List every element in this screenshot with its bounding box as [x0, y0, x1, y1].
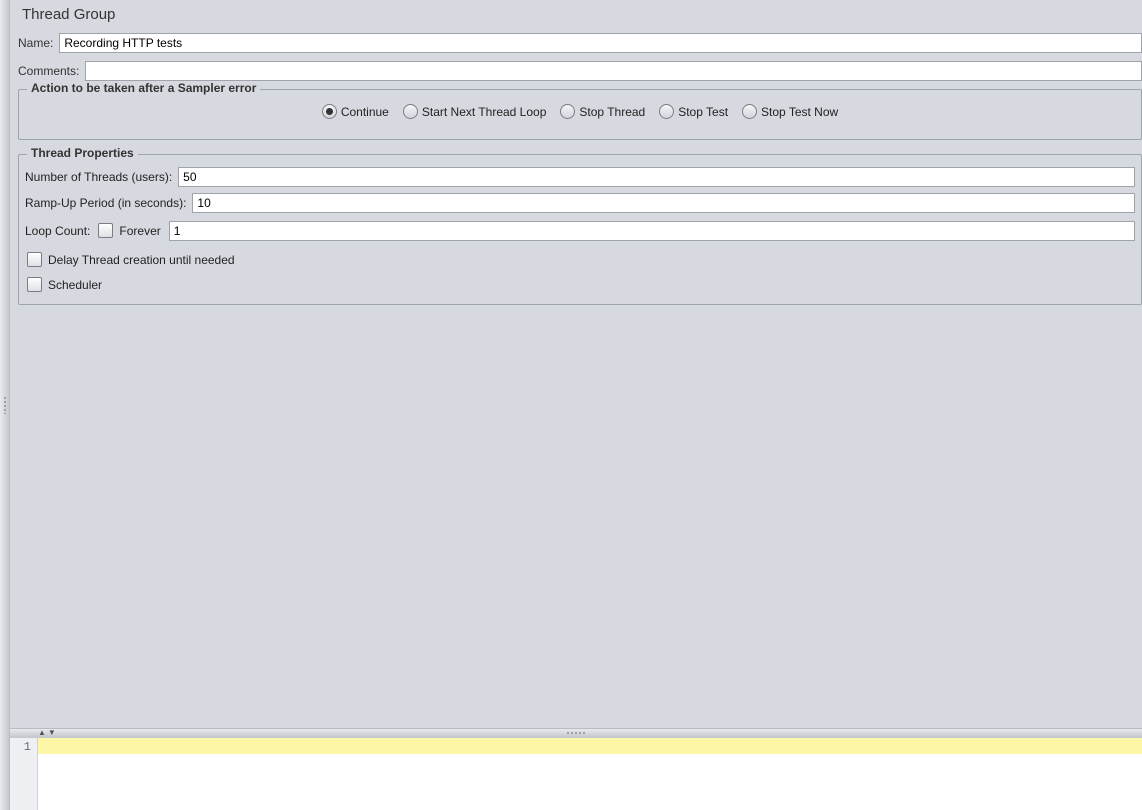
radio-next-loop[interactable]: Start Next Thread Loop	[403, 104, 547, 119]
scheduler-label: Scheduler	[48, 278, 102, 292]
radio-label: Stop Test Now	[761, 105, 838, 119]
ramp-up-label: Ramp-Up Period (in seconds):	[25, 196, 186, 210]
delay-thread-label: Delay Thread creation until needed	[48, 253, 235, 267]
log-line-number: 1	[10, 740, 31, 754]
checkbox-icon	[27, 252, 42, 267]
comments-row: Comments:	[18, 61, 1142, 81]
num-threads-input[interactable]	[178, 167, 1135, 187]
radio-label: Stop Test	[678, 105, 728, 119]
loop-count-label: Loop Count:	[25, 224, 90, 238]
checkbox-icon	[27, 277, 42, 292]
vertical-split-handle[interactable]	[0, 0, 10, 810]
radio-icon	[403, 104, 418, 119]
radio-label: Start Next Thread Loop	[422, 105, 547, 119]
sampler-error-group: Action to be taken after a Sampler error…	[18, 89, 1142, 140]
comments-label: Comments:	[18, 64, 79, 78]
grip-icon	[3, 396, 6, 414]
forever-checkbox[interactable]: Forever	[98, 223, 160, 238]
radio-icon	[742, 104, 757, 119]
sampler-error-radios: Continue Start Next Thread Loop Stop Threa…	[27, 94, 1133, 129]
radio-icon	[322, 104, 337, 119]
radio-continue[interactable]: Continue	[322, 104, 389, 119]
log-current-line	[38, 738, 1142, 754]
loop-count-row: Loop Count: Forever	[25, 219, 1135, 242]
split-arrows-icon: ▲▼	[38, 729, 56, 737]
scheduler-checkbox[interactable]: Scheduler	[27, 277, 102, 292]
name-input[interactable]	[59, 33, 1142, 53]
radio-icon	[659, 104, 674, 119]
thread-properties-group: Thread Properties Number of Threads (use…	[18, 154, 1142, 305]
radio-icon	[560, 104, 575, 119]
thread-properties-legend: Thread Properties	[27, 146, 138, 160]
delay-thread-checkbox[interactable]: Delay Thread creation until needed	[27, 252, 235, 267]
num-threads-label: Number of Threads (users):	[25, 170, 172, 184]
radio-stop-test-now[interactable]: Stop Test Now	[742, 104, 838, 119]
ramp-up-row: Ramp-Up Period (in seconds):	[25, 193, 1135, 213]
radio-stop-thread[interactable]: Stop Thread	[560, 104, 645, 119]
thread-group-panel: Thread Group Name: Comments: Action to b…	[10, 0, 1142, 720]
log-gutter: 1	[10, 738, 38, 810]
forever-label: Forever	[119, 224, 160, 238]
page-title: Thread Group	[22, 6, 1142, 23]
grip-icon	[566, 732, 586, 735]
comments-input[interactable]	[85, 61, 1142, 81]
radio-label: Stop Thread	[579, 105, 645, 119]
loop-count-input[interactable]	[169, 221, 1135, 241]
radio-stop-test[interactable]: Stop Test	[659, 104, 728, 119]
radio-label: Continue	[341, 105, 389, 119]
log-panel: 1	[10, 737, 1142, 810]
name-label: Name:	[18, 36, 53, 50]
checkbox-icon	[98, 223, 113, 238]
ramp-up-input[interactable]	[192, 193, 1135, 213]
sampler-error-legend: Action to be taken after a Sampler error	[27, 81, 260, 95]
log-content[interactable]	[38, 738, 1142, 810]
name-row: Name:	[18, 33, 1142, 53]
num-threads-row: Number of Threads (users):	[25, 167, 1135, 187]
